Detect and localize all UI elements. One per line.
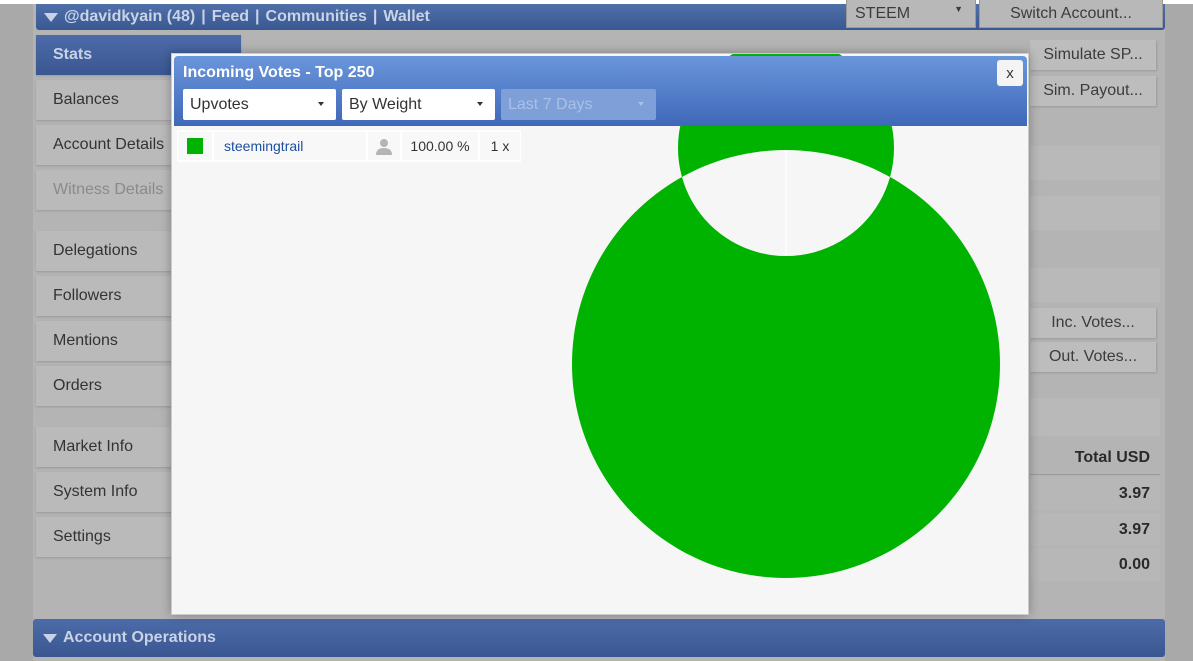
- vote-list-item: steemingtrail 100.00 % 1 x: [177, 130, 521, 162]
- switch-account-button[interactable]: Switch Account...: [979, 0, 1163, 28]
- info-row: [1030, 146, 1160, 180]
- info-row: [1030, 268, 1160, 302]
- expand-triangle-icon: [43, 633, 57, 643]
- modal-header: Incoming Votes - Top 250 x Upvotes By We…: [174, 56, 1027, 126]
- nav-communities[interactable]: Communities: [266, 8, 367, 26]
- incoming-votes-modal: Incoming Votes - Top 250 x Upvotes By We…: [171, 53, 1029, 615]
- sort-select[interactable]: By Weight: [342, 89, 495, 120]
- caret-down-icon: [638, 102, 644, 106]
- total-usd-value: 0.00: [1030, 548, 1160, 581]
- simulate-sp-button[interactable]: Simulate SP...: [1030, 40, 1156, 70]
- close-button[interactable]: x: [997, 60, 1023, 86]
- collapse-triangle-icon[interactable]: [44, 12, 58, 22]
- legend-swatch: [187, 138, 203, 154]
- out-votes-button[interactable]: Out. Votes...: [1030, 342, 1156, 372]
- vote-count: 1 x: [480, 132, 520, 160]
- inc-votes-button[interactable]: Inc. Votes...: [1030, 308, 1156, 338]
- caret-down-icon: [477, 102, 483, 106]
- total-usd-header: Total USD: [1030, 442, 1160, 475]
- modal-title: Incoming Votes - Top 250: [183, 64, 375, 81]
- vote-type-select[interactable]: Upvotes: [183, 89, 336, 120]
- account-link[interactable]: @davidkyain (48): [64, 8, 195, 26]
- total-usd-value: 3.97: [1030, 513, 1160, 546]
- sim-payout-button[interactable]: Sim. Payout...: [1030, 76, 1156, 106]
- caret-down-icon: [318, 102, 324, 106]
- period-select: Last 7 Days: [501, 89, 656, 120]
- vote-percent: 100.00 %: [402, 132, 478, 160]
- info-row: [1030, 398, 1160, 436]
- user-icon[interactable]: [368, 132, 400, 160]
- total-usd-value: 3.97: [1030, 477, 1160, 510]
- account-operations-bar[interactable]: Account Operations: [33, 619, 1165, 657]
- donut-slice[interactable]: [572, 54, 1000, 578]
- nav-wallet[interactable]: Wallet: [383, 8, 430, 26]
- nav-feed[interactable]: Feed: [212, 8, 249, 26]
- currency-select[interactable]: STEEM ▼: [846, 0, 976, 28]
- caret-down-icon: ▼: [954, 4, 963, 14]
- info-row: [1030, 196, 1160, 230]
- voter-link[interactable]: steemingtrail: [214, 132, 366, 160]
